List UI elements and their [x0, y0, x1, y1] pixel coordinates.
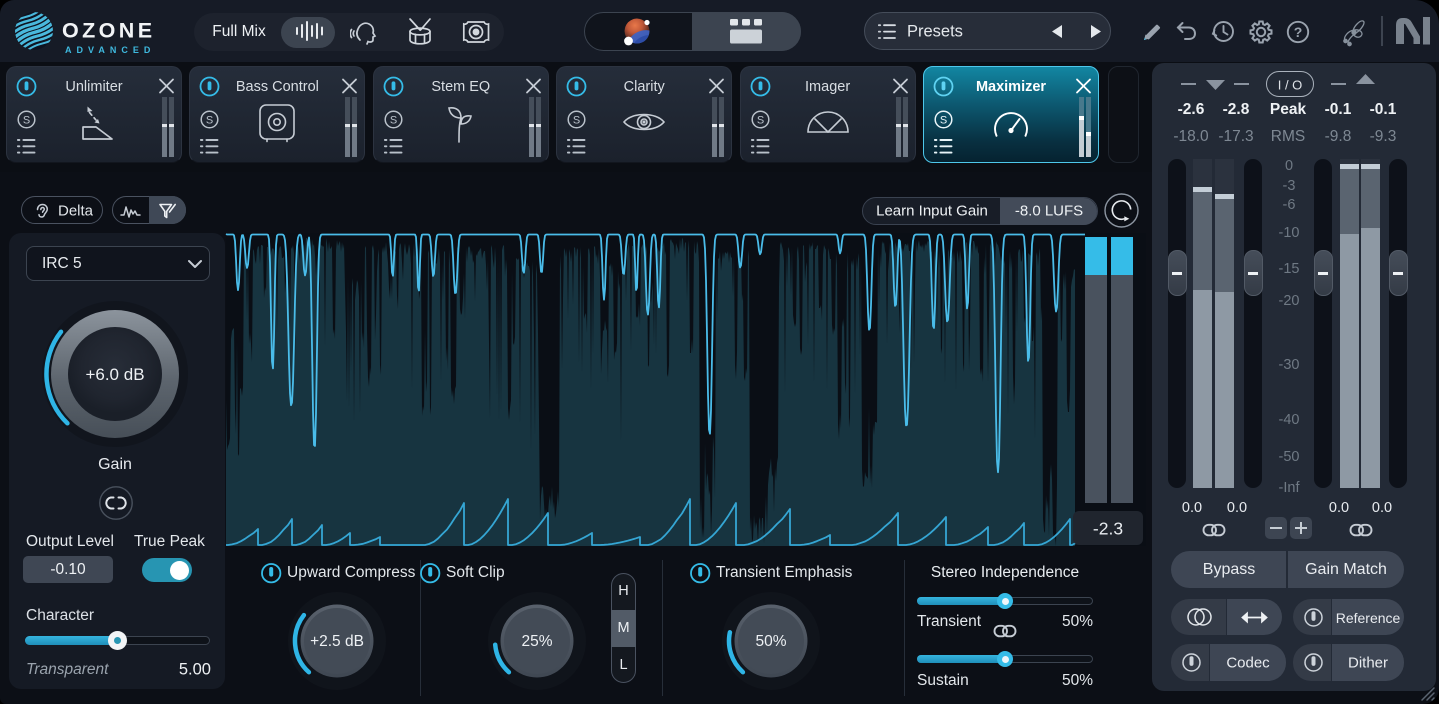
- svg-text:25%: 25%: [521, 633, 552, 650]
- svg-text:?: ?: [1294, 24, 1303, 40]
- svg-text:50%: 50%: [755, 633, 786, 650]
- svg-text:+2.5 dB: +2.5 dB: [310, 633, 364, 650]
